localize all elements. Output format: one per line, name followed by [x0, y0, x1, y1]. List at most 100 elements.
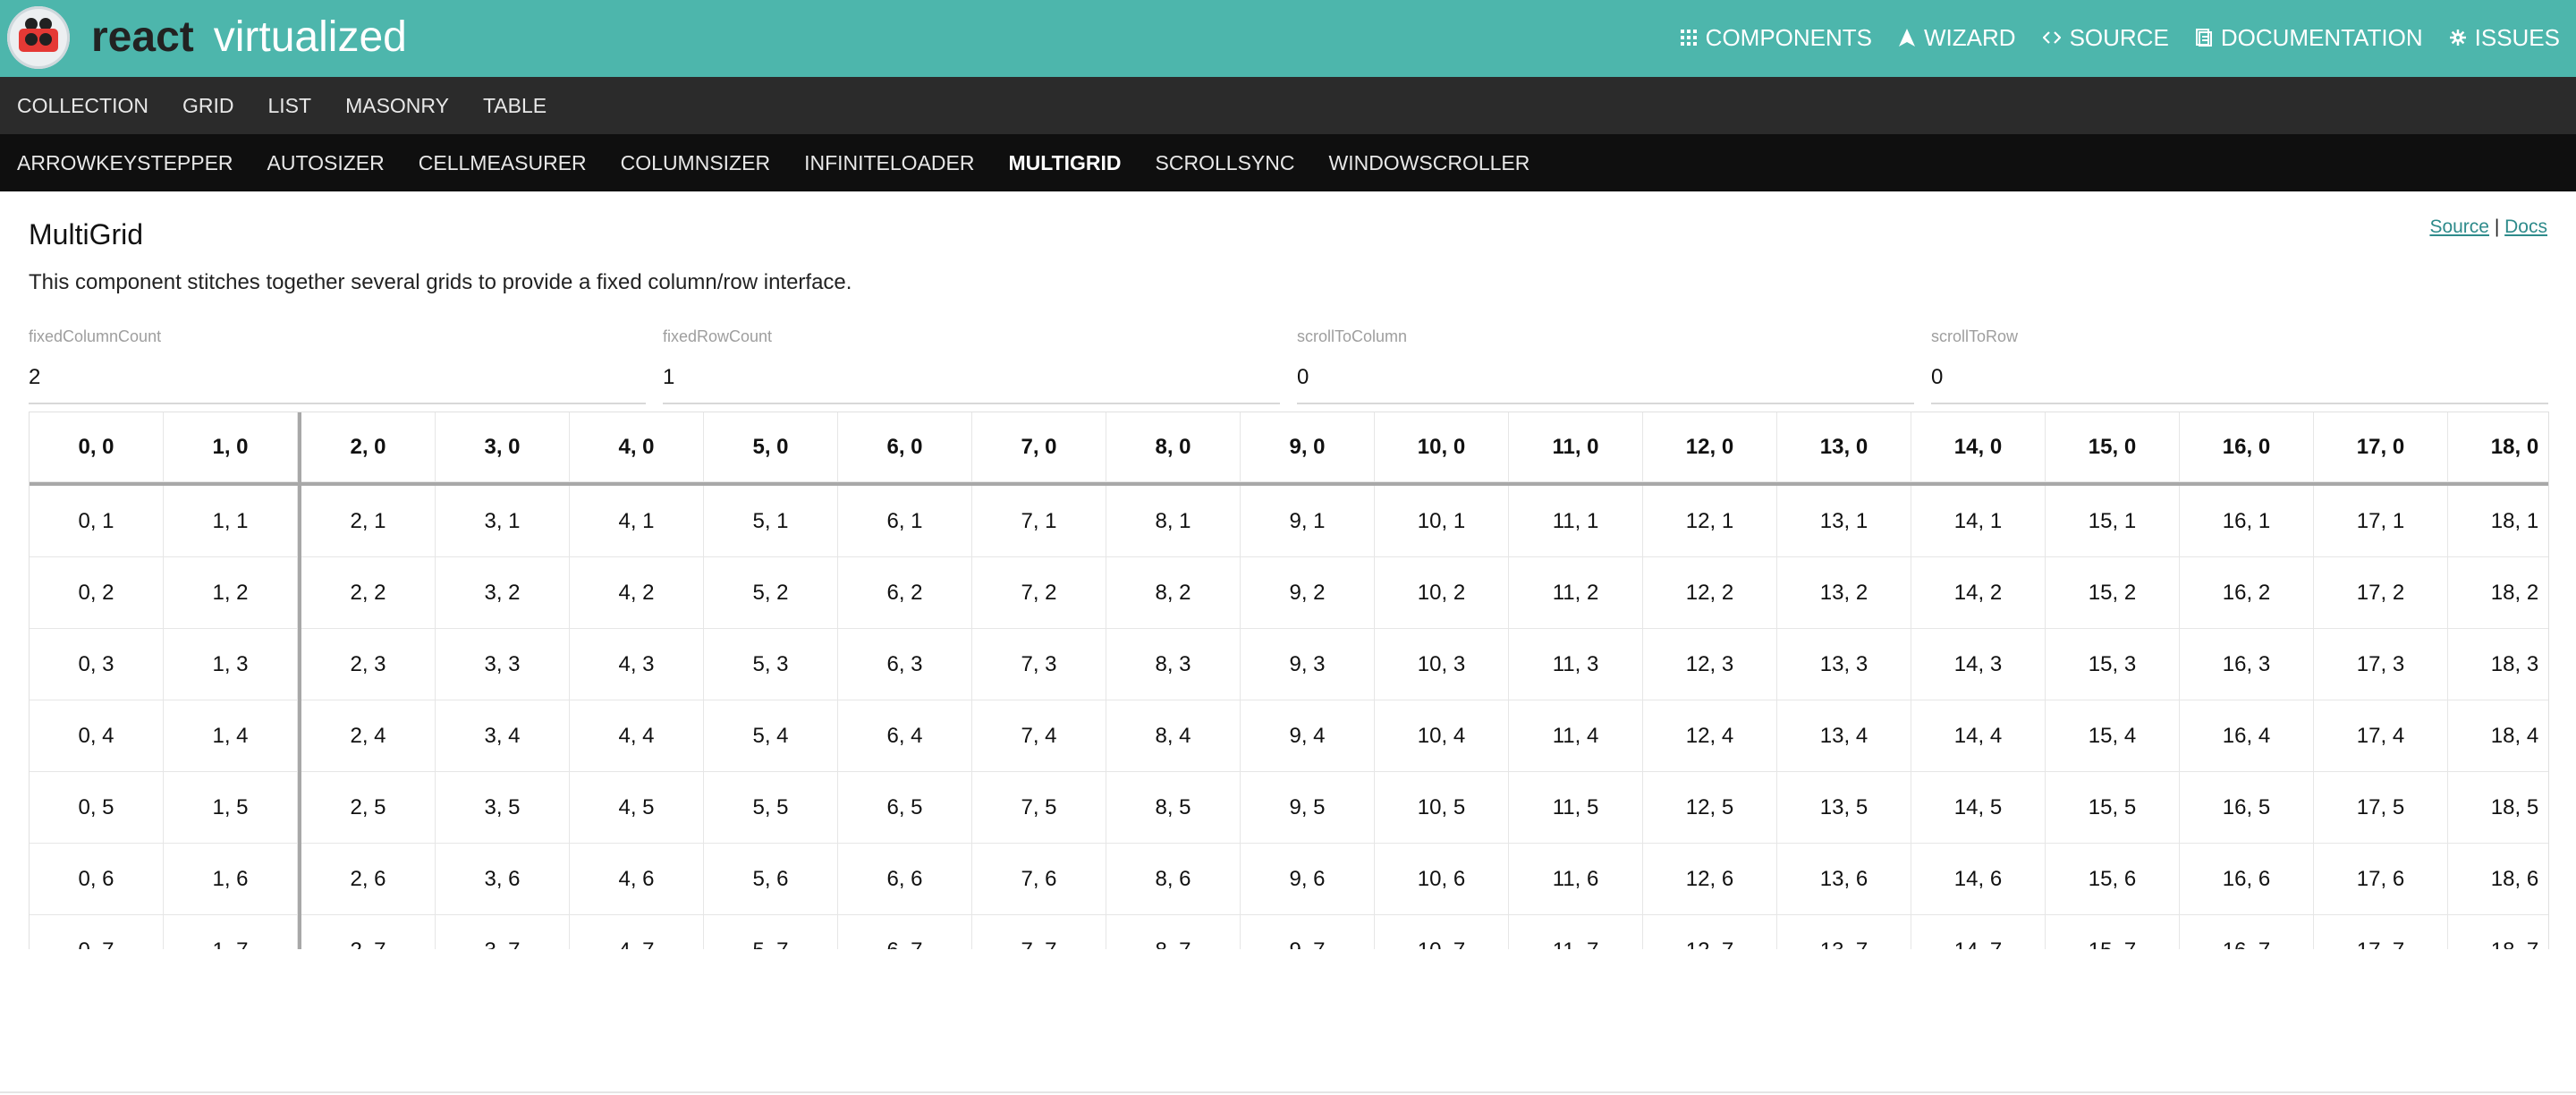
nav-arrowkeystepper[interactable]: ARROWKEYSTEPPER	[17, 151, 233, 175]
grid-header-cell: 3, 0	[436, 412, 570, 482]
grid-header-cell: 4, 0	[570, 412, 704, 482]
grid-cell: 0, 5	[30, 772, 164, 844]
multigrid[interactable]: 0, 0 1, 0 2, 0 3, 0 4, 0 5, 0 6, 0 7, 0 8, 0 9, 0…	[29, 412, 2549, 949]
grid-cell: 11, 1	[1509, 486, 1643, 557]
grid-cell: 0, 6	[30, 844, 164, 915]
grid-cell: 4, 2	[570, 557, 704, 629]
grid-header-cell: 2, 0	[301, 412, 436, 482]
grid-cell: 7, 7	[972, 915, 1106, 949]
grid-cell: 15, 1	[2046, 486, 2180, 557]
fixed-row-count-input[interactable]: 1	[663, 365, 1280, 404]
source-link[interactable]: Source	[2429, 216, 2489, 237]
wizard-icon	[1899, 29, 1916, 47]
grid-cell: 9, 4	[1241, 700, 1375, 772]
nav-windowscroller[interactable]: WINDOWSCROLLER	[1328, 151, 1530, 175]
grid-cell: 2, 4	[301, 700, 436, 772]
nav-source[interactable]: SOURCE	[2042, 21, 2169, 54]
fixed-column-count-input[interactable]: 2	[29, 365, 646, 404]
nav-list[interactable]: LIST	[267, 94, 311, 118]
scroll-to-column-input[interactable]: 0	[1297, 365, 1914, 404]
grid-cell: 2, 2	[301, 557, 436, 629]
scroll-to-row-input[interactable]: 0	[1931, 365, 2548, 404]
logo-icon[interactable]	[7, 6, 70, 69]
nav-collection[interactable]: COLLECTION	[17, 94, 148, 118]
nav-table[interactable]: TABLE	[483, 94, 547, 118]
link-separator: |	[2494, 216, 2500, 237]
grid-cell: 12, 3	[1643, 629, 1777, 700]
nav-documentation[interactable]: DOCUMENTATION	[2195, 21, 2423, 54]
brand-title[interactable]: react virtualized	[91, 13, 407, 63]
grid-cell: 7, 2	[972, 557, 1106, 629]
grid-cell: 11, 6	[1509, 844, 1643, 915]
docs-link[interactable]: Docs	[2504, 216, 2547, 237]
nav-autosizer[interactable]: AUTOSIZER	[267, 151, 385, 175]
grid-cell: 6, 1	[838, 486, 972, 557]
source-docs-links: Source | Docs	[2429, 216, 2547, 238]
grid-cell: 15, 6	[2046, 844, 2180, 915]
grid-cell: 1, 1	[164, 486, 298, 557]
grid-cell: 1, 2	[164, 557, 298, 629]
nav-columnsizer[interactable]: COLUMNSIZER	[621, 151, 770, 175]
grid-cell: 15, 7	[2046, 915, 2180, 949]
grid-cell: 13, 2	[1777, 557, 1911, 629]
grid-cell: 3, 7	[436, 915, 570, 949]
grid-cell: 15, 2	[2046, 557, 2180, 629]
grid-cell: 8, 4	[1106, 700, 1241, 772]
nav-infiniteloader[interactable]: INFINITELOADER	[804, 151, 974, 175]
grid-cell: 1, 4	[164, 700, 298, 772]
grid-header-cell: 5, 0	[704, 412, 838, 482]
grid-cell: 10, 2	[1375, 557, 1509, 629]
fixed-row-count-label: fixedRowCount	[663, 327, 773, 345]
grid-cell: 7, 3	[972, 629, 1106, 700]
nav-cellmeasurer[interactable]: CELLMEASURER	[419, 151, 587, 175]
grid-cell: 11, 7	[1509, 915, 1643, 949]
nav-components[interactable]: COMPONENTS	[1680, 21, 1872, 54]
nav-wizard-label: WIZARD	[1924, 24, 2016, 51]
grid-cell: 2, 3	[301, 629, 436, 700]
grid-cell: 8, 2	[1106, 557, 1241, 629]
grid-cell: 7, 6	[972, 844, 1106, 915]
grid-cell: 6, 2	[838, 557, 972, 629]
grid-cell: 10, 1	[1375, 486, 1509, 557]
grid-cell: 18, 7	[2448, 915, 2548, 950]
grid-cell: 17, 5	[2314, 772, 2448, 844]
page-description: This component stitches together several…	[29, 270, 852, 294]
nav-masonry[interactable]: MASONRY	[345, 94, 449, 118]
grid-cell: 10, 4	[1375, 700, 1509, 772]
nav-wizard[interactable]: WIZARD	[1899, 21, 2016, 54]
grid-cell: 13, 5	[1777, 772, 1911, 844]
grid-cell: 14, 4	[1911, 700, 2046, 772]
grid-header-cell: 15, 0	[2046, 412, 2180, 482]
grid-cell: 12, 6	[1643, 844, 1777, 915]
top-nav: COMPONENTS WIZARD SOURCE DOCUMENTATION I…	[1654, 21, 2560, 54]
grid-cell: 8, 3	[1106, 629, 1241, 700]
grid-cell: 5, 1	[704, 486, 838, 557]
grid-cell: 6, 4	[838, 700, 972, 772]
grid-cell: 6, 3	[838, 629, 972, 700]
grid-cell: 0, 3	[30, 629, 164, 700]
grid-header-cell: 16, 0	[2180, 412, 2314, 482]
grid-cell: 12, 4	[1643, 700, 1777, 772]
grid-cell: 14, 3	[1911, 629, 2046, 700]
grid-cell: 0, 1	[30, 486, 164, 557]
grid-cell: 7, 1	[972, 486, 1106, 557]
nav-grid[interactable]: GRID	[182, 94, 234, 118]
fixed-column-count-label: fixedColumnCount	[29, 327, 162, 345]
grid-header-cell: 11, 0	[1509, 412, 1643, 482]
grid-cell: 15, 4	[2046, 700, 2180, 772]
grid-header-cell: 13, 0	[1777, 412, 1911, 482]
grid-cell: 11, 3	[1509, 629, 1643, 700]
grid-cell: 14, 1	[1911, 486, 2046, 557]
grid-cell: 10, 6	[1375, 844, 1509, 915]
grid-cell: 16, 5	[2180, 772, 2314, 844]
grid-cell: 8, 6	[1106, 844, 1241, 915]
grid-cell: 16, 1	[2180, 486, 2314, 557]
grid-cell: 5, 4	[704, 700, 838, 772]
grid-cell: 17, 6	[2314, 844, 2448, 915]
grid-cell: 11, 2	[1509, 557, 1643, 629]
grid-cell: 9, 6	[1241, 844, 1375, 915]
nav-multigrid[interactable]: MULTIGRID	[1008, 151, 1121, 175]
grid-cell: 14, 2	[1911, 557, 2046, 629]
nav-issues[interactable]: ISSUES	[2449, 21, 2560, 54]
nav-scrollsync[interactable]: SCROLLSYNC	[1156, 151, 1295, 175]
